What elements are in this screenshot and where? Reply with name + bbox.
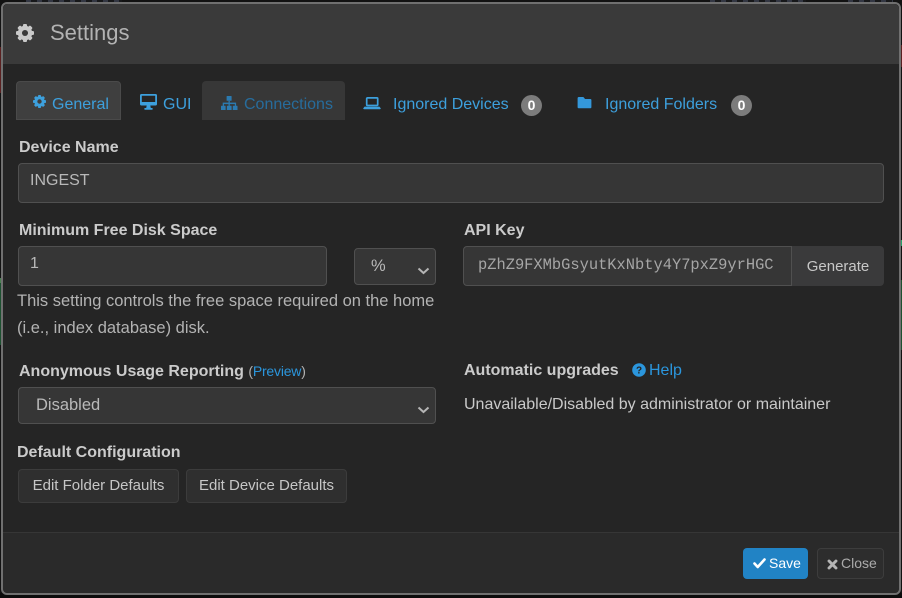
- svg-text:?: ?: [636, 366, 642, 377]
